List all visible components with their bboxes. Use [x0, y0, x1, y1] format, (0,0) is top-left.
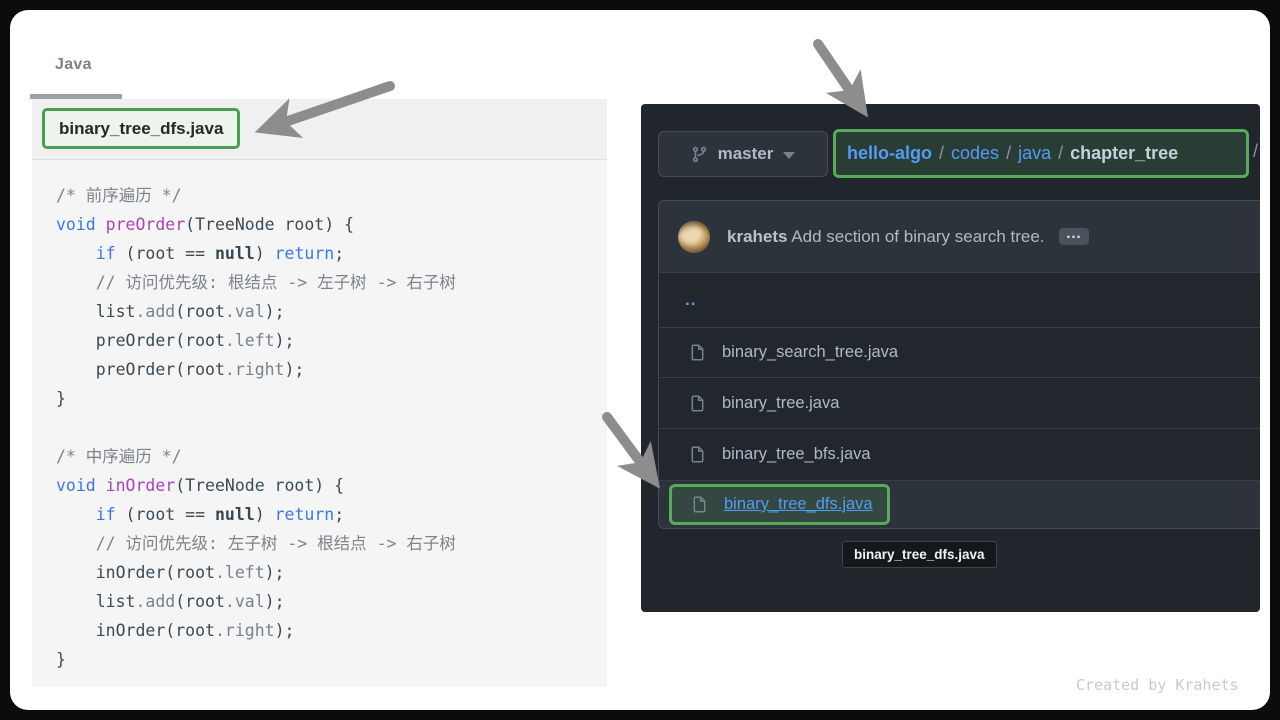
figure: Java binary_tree_dfs.java /* 前序遍历 */void… [0, 0, 1280, 720]
breadcrumb-separator: / [939, 143, 944, 164]
code-line: /* 中序遍历 */ [56, 442, 607, 471]
commit-row: krahets Add section of binary search tre… [659, 201, 1260, 272]
git-branch-icon [691, 146, 708, 163]
breadcrumb-separator: / [1058, 143, 1063, 164]
commit-text: krahets Add section of binary search tre… [727, 227, 1045, 247]
file-icon [689, 446, 706, 463]
code-line: inOrder(root.right); [56, 616, 607, 645]
parent-dir-link[interactable]: .. [685, 290, 696, 310]
credit-text: Created by Krahets [1076, 676, 1239, 694]
parent-dir-row[interactable]: .. [659, 272, 1260, 327]
github-panel: master hello-algo / codes / java / chapter_tre… [641, 104, 1260, 612]
breadcrumb-trailing-slash: / [1253, 141, 1258, 162]
breadcrumb-highlight-box: hello-algo / codes / java / chapter_tree [833, 129, 1249, 178]
code-line: inOrder(root.left); [56, 558, 607, 587]
breadcrumb: hello-algo / codes / java / chapter_tree [847, 143, 1178, 164]
file-name[interactable]: binary_search_tree.java [722, 343, 898, 362]
code-line: } [56, 384, 607, 413]
file-row[interactable]: binary_tree_bfs.java [659, 428, 1260, 480]
code-line: if (root == null) return; [56, 500, 607, 529]
tab-java[interactable]: Java [55, 56, 92, 74]
file-tooltip: binary_tree_dfs.java [842, 541, 997, 568]
file-link[interactable]: binary_tree_dfs.java [724, 495, 873, 514]
file-highlight-box: binary_tree_dfs.java [669, 484, 890, 525]
code-header: binary_tree_dfs.java [32, 99, 607, 160]
code-line: void preOrder(TreeNode root) { [56, 210, 607, 239]
code-line: preOrder(root.left); [56, 326, 607, 355]
breadcrumb-chapter_tree: chapter_tree [1070, 143, 1178, 164]
code-line: void inOrder(TreeNode root) { [56, 471, 607, 500]
code-line: /* 前序遍历 */ [56, 181, 607, 210]
breadcrumb-separator: / [1006, 143, 1011, 164]
code-line: list.add(root.val); [56, 297, 607, 326]
file-name[interactable]: binary_tree_bfs.java [722, 445, 871, 464]
file-row[interactable]: binary_tree_dfs.java [659, 480, 1260, 528]
file-row[interactable]: binary_tree.java [659, 377, 1260, 428]
commit-author-link[interactable]: krahets [727, 227, 787, 246]
branch-name: master [718, 144, 774, 164]
file-icon [689, 344, 706, 361]
file-row[interactable]: binary_search_tree.java [659, 327, 1260, 377]
file-browser-card: krahets Add section of binary search tre… [658, 200, 1260, 529]
commit-message-link[interactable]: Add section of binary search tree. [791, 227, 1044, 246]
code-panel: binary_tree_dfs.java /* 前序遍历 */void preO… [32, 99, 607, 687]
code-block: /* 前序遍历 */void preOrder(TreeNode root) {… [32, 160, 607, 674]
file-name[interactable]: binary_tree.java [722, 394, 839, 413]
page-card: Java binary_tree_dfs.java /* 前序遍历 */void… [10, 10, 1270, 710]
code-line: } [56, 645, 607, 674]
chevron-down-icon [783, 152, 795, 159]
code-line: if (root == null) return; [56, 239, 607, 268]
code-line: list.add(root.val); [56, 587, 607, 616]
code-line: // 访问优先级: 左子树 -> 根结点 -> 右子树 [56, 529, 607, 558]
breadcrumb-hello-algo[interactable]: hello-algo [847, 143, 932, 164]
file-icon [691, 496, 708, 513]
file-list: .. binary_search_tree.java binary_tree.jav… [659, 272, 1260, 528]
code-line: preOrder(root.right); [56, 355, 607, 384]
code-line: // 访问优先级: 根结点 -> 左子树 -> 右子树 [56, 268, 607, 297]
commit-ellipsis-button[interactable]: … [1059, 228, 1089, 245]
breadcrumb-codes[interactable]: codes [951, 143, 999, 164]
branch-selector-button[interactable]: master [658, 131, 828, 177]
code-filename: binary_tree_dfs.java [59, 119, 223, 139]
filename-highlight-box: binary_tree_dfs.java [42, 108, 240, 149]
avatar[interactable] [678, 221, 710, 253]
code-line [56, 413, 607, 442]
breadcrumb-java[interactable]: java [1018, 143, 1051, 164]
file-icon [689, 395, 706, 412]
